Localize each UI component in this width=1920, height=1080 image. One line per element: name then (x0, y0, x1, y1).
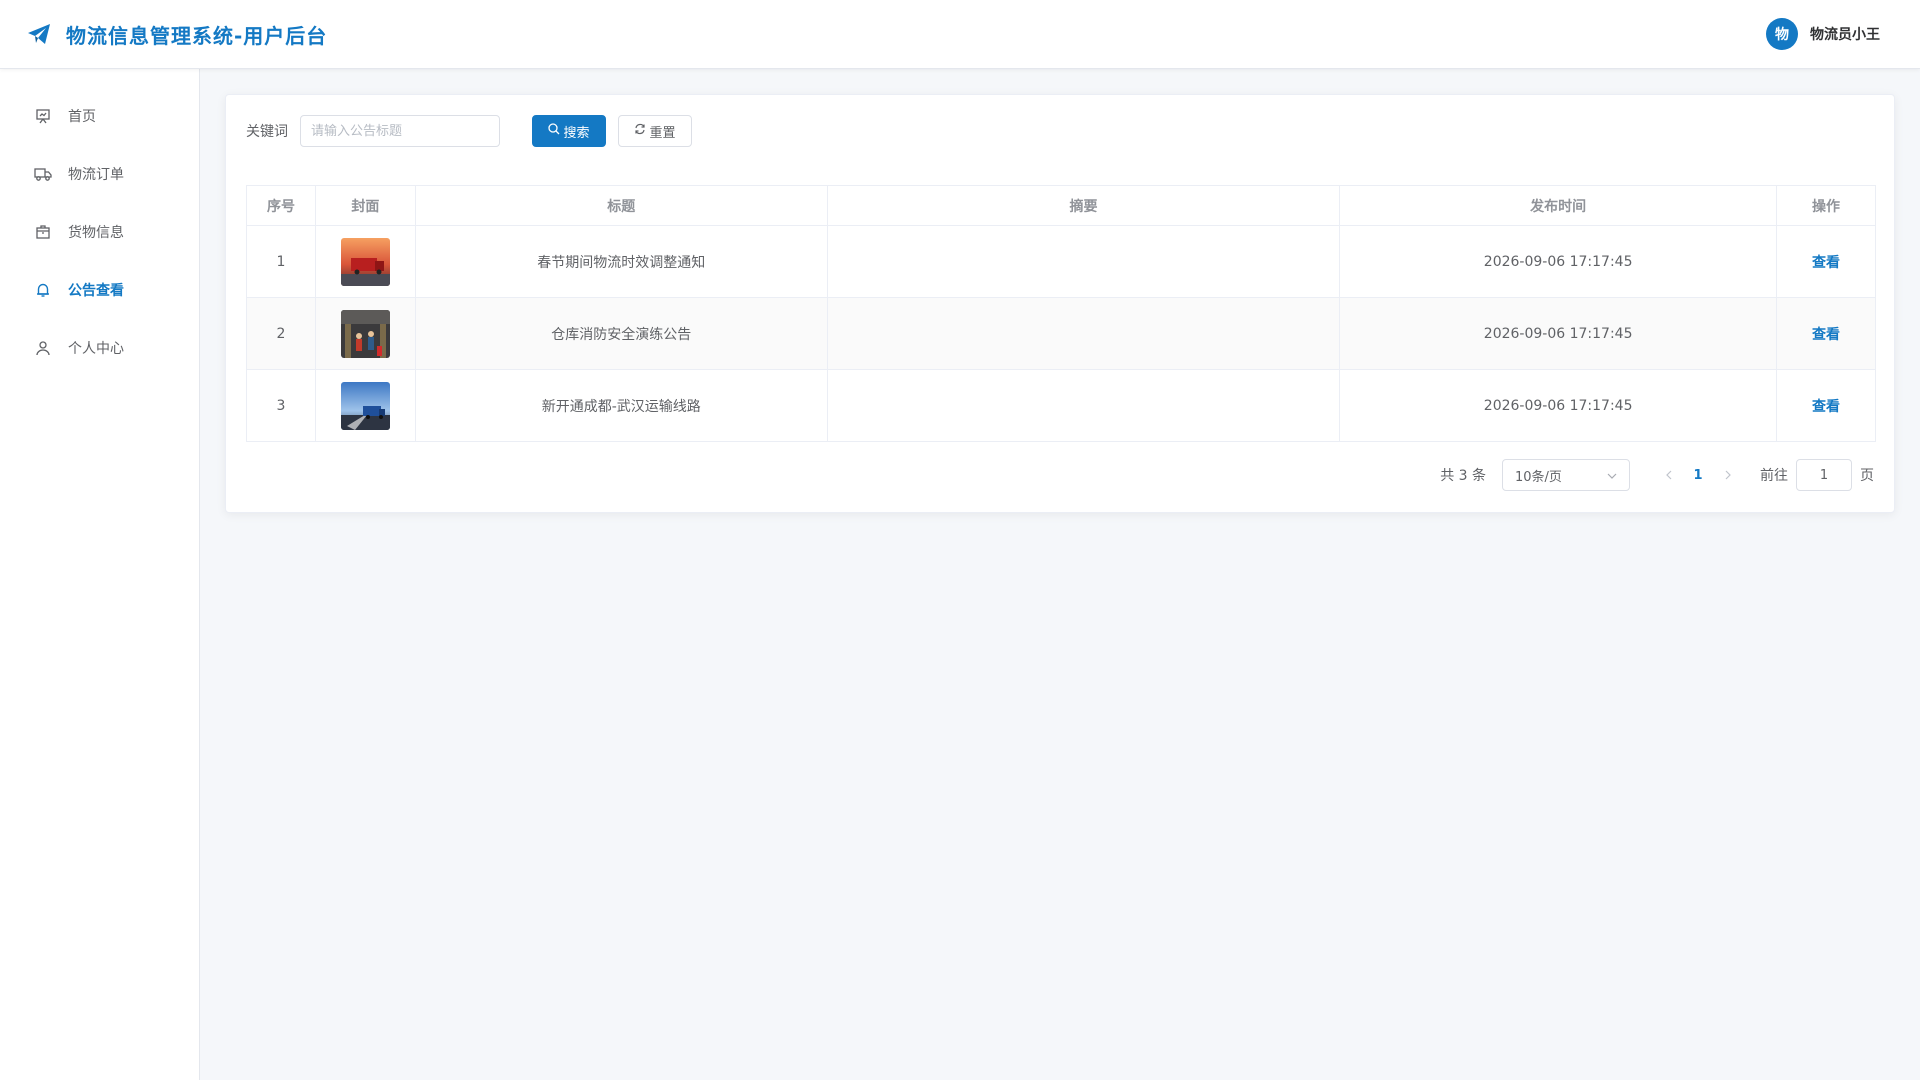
goto-label: 前往 (1760, 468, 1788, 484)
chevron-down-icon (1607, 468, 1617, 483)
announcement-card: 关键词 搜索 重置 序号 封面 标题 摘要 发布时间 操作 (225, 94, 1895, 513)
avatar[interactable]: 物 (1766, 18, 1798, 50)
table-row: 2 仓库消防安全演练公告 2026-09-06 17:17:45 查看 (246, 297, 1876, 370)
table-header-row: 序号 封面 标题 摘要 发布时间 操作 (246, 185, 1876, 226)
view-link[interactable]: 查看 (1812, 255, 1840, 271)
page-size-value: 10条/页 (1515, 469, 1562, 485)
search-button-label: 搜索 (563, 125, 590, 141)
column-header-cover: 封面 (314, 185, 416, 226)
row-index: 1 (246, 225, 316, 298)
sidebar-item-goods[interactable]: 货物信息 (0, 203, 199, 261)
goto-page-input[interactable] (1796, 459, 1852, 491)
column-header-title: 标题 (414, 185, 828, 226)
view-link[interactable]: 查看 (1812, 399, 1840, 415)
column-header-publish-time: 发布时间 (1339, 185, 1778, 226)
user-icon (34, 339, 52, 357)
sidebar-item-home[interactable]: 首页 (0, 87, 199, 145)
next-page-button[interactable] (1714, 461, 1742, 489)
refresh-icon (634, 123, 646, 139)
pagination: 共 3 条 10条/页 1 前往 页 (1440, 459, 1874, 491)
keyword-input[interactable] (300, 115, 500, 147)
table-row: 1 春节期间物流时效调整通知 2026-09-06 17:17:45 查看 (246, 225, 1876, 298)
table-row: 3 新开通成都-武汉运输线路 2026-09-06 17:17:45 查看 (246, 369, 1876, 442)
row-publish-time: 2026-09-06 17:17:45 (1339, 369, 1778, 442)
blue-truck-highway-photo (340, 381, 390, 430)
sidebar-item-profile[interactable]: 个人中心 (0, 319, 199, 377)
row-title: 春节期间物流时效调整通知 (414, 225, 828, 298)
bell-icon (34, 281, 52, 299)
brand: 物流信息管理系统-用户后台 (26, 20, 327, 49)
truck-icon (34, 165, 52, 183)
reset-button-label: 重置 (649, 125, 676, 141)
row-index: 3 (246, 369, 316, 442)
red-truck-sunset-photo (340, 237, 390, 286)
search-bar: 关键词 搜索 重置 (246, 115, 692, 147)
row-publish-time: 2026-09-06 17:17:45 (1339, 225, 1778, 298)
announcement-table: 序号 封面 标题 摘要 发布时间 操作 1 春节期间物流时效调整通知 2026-… (246, 185, 1876, 442)
app-title: 物流信息管理系统-用户后台 (66, 23, 328, 48)
reset-button[interactable]: 重置 (618, 115, 692, 147)
sidebar-item-label: 首页 (68, 109, 96, 125)
prev-page-button[interactable] (1654, 461, 1682, 489)
column-header-index: 序号 (246, 185, 316, 226)
sidebar-item-label: 公告查看 (68, 283, 124, 299)
goto-suffix: 页 (1860, 468, 1874, 484)
search-icon (548, 123, 560, 139)
page-size-select[interactable]: 10条/页 (1502, 459, 1630, 491)
row-title: 新开通成都-武汉运输线路 (414, 369, 828, 442)
view-link[interactable]: 查看 (1812, 327, 1840, 343)
sidebar-item-label: 个人中心 (68, 341, 124, 357)
chevron-left-icon (1665, 470, 1671, 480)
presentation-board-icon (34, 107, 52, 125)
sidebar-item-orders[interactable]: 物流订单 (0, 145, 199, 203)
keyword-label: 关键词 (246, 124, 288, 140)
row-summary (826, 225, 1341, 298)
sidebar: 首页 物流订单 货物信息 公告查看 个人中心 (0, 69, 200, 1080)
search-button[interactable]: 搜索 (532, 115, 606, 147)
row-summary (826, 297, 1341, 370)
row-publish-time: 2026-09-06 17:17:45 (1339, 297, 1778, 370)
column-header-summary: 摘要 (826, 185, 1341, 226)
page-number-current[interactable]: 1 (1682, 461, 1714, 489)
column-header-actions: 操作 (1776, 185, 1876, 226)
package-box-icon (34, 223, 52, 241)
chevron-right-icon (1725, 470, 1731, 480)
total-count: 共 3 条 (1440, 468, 1486, 484)
sidebar-item-announcements[interactable]: 公告查看 (0, 261, 199, 319)
row-title: 仓库消防安全演练公告 (414, 297, 828, 370)
row-summary (826, 369, 1341, 442)
user-name[interactable]: 物流员小王 (1810, 24, 1880, 44)
warehouse-fire-drill-photo (340, 309, 390, 358)
sidebar-item-label: 货物信息 (68, 225, 124, 241)
top-header: 物流信息管理系统-用户后台 物 物流员小王 (0, 0, 1920, 69)
paper-plane-icon (26, 21, 52, 47)
sidebar-item-label: 物流订单 (68, 167, 124, 183)
row-index: 2 (246, 297, 316, 370)
user-menu[interactable]: 物 物流员小王 (1766, 18, 1880, 50)
